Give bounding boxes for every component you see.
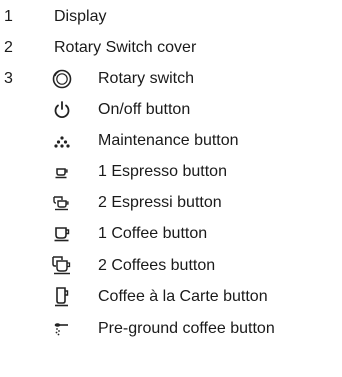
power-icon xyxy=(50,98,74,122)
item-label: Coffee à la Carte button xyxy=(98,288,268,305)
spoon-icon xyxy=(50,317,74,341)
item-label: 2 Espressi button xyxy=(98,194,222,211)
two-coffee-cups-icon xyxy=(50,254,74,278)
item-number: 3 xyxy=(4,70,13,87)
item-label: Display xyxy=(54,8,107,25)
item-label: 1 Coffee button xyxy=(98,225,208,242)
tall-cup-icon xyxy=(50,285,74,309)
item-number: 1 xyxy=(4,8,13,25)
item-label: On/off button xyxy=(98,101,191,118)
maintenance-dots-icon xyxy=(50,129,74,153)
item-label: 2 Coffees button xyxy=(98,257,216,274)
two-espresso-cups-icon xyxy=(50,191,74,215)
item-label: Rotary Switch cover xyxy=(54,39,197,56)
item-label: Pre-ground coffee button xyxy=(98,320,275,337)
item-number: 2 xyxy=(4,39,13,56)
coffee-cup-icon xyxy=(50,222,74,246)
rotary-switch-icon xyxy=(50,67,74,91)
item-label: 1 Espresso button xyxy=(98,163,227,180)
item-label: Rotary switch xyxy=(98,70,195,87)
item-label: Maintenance button xyxy=(98,132,239,149)
espresso-cup-icon xyxy=(50,160,74,184)
